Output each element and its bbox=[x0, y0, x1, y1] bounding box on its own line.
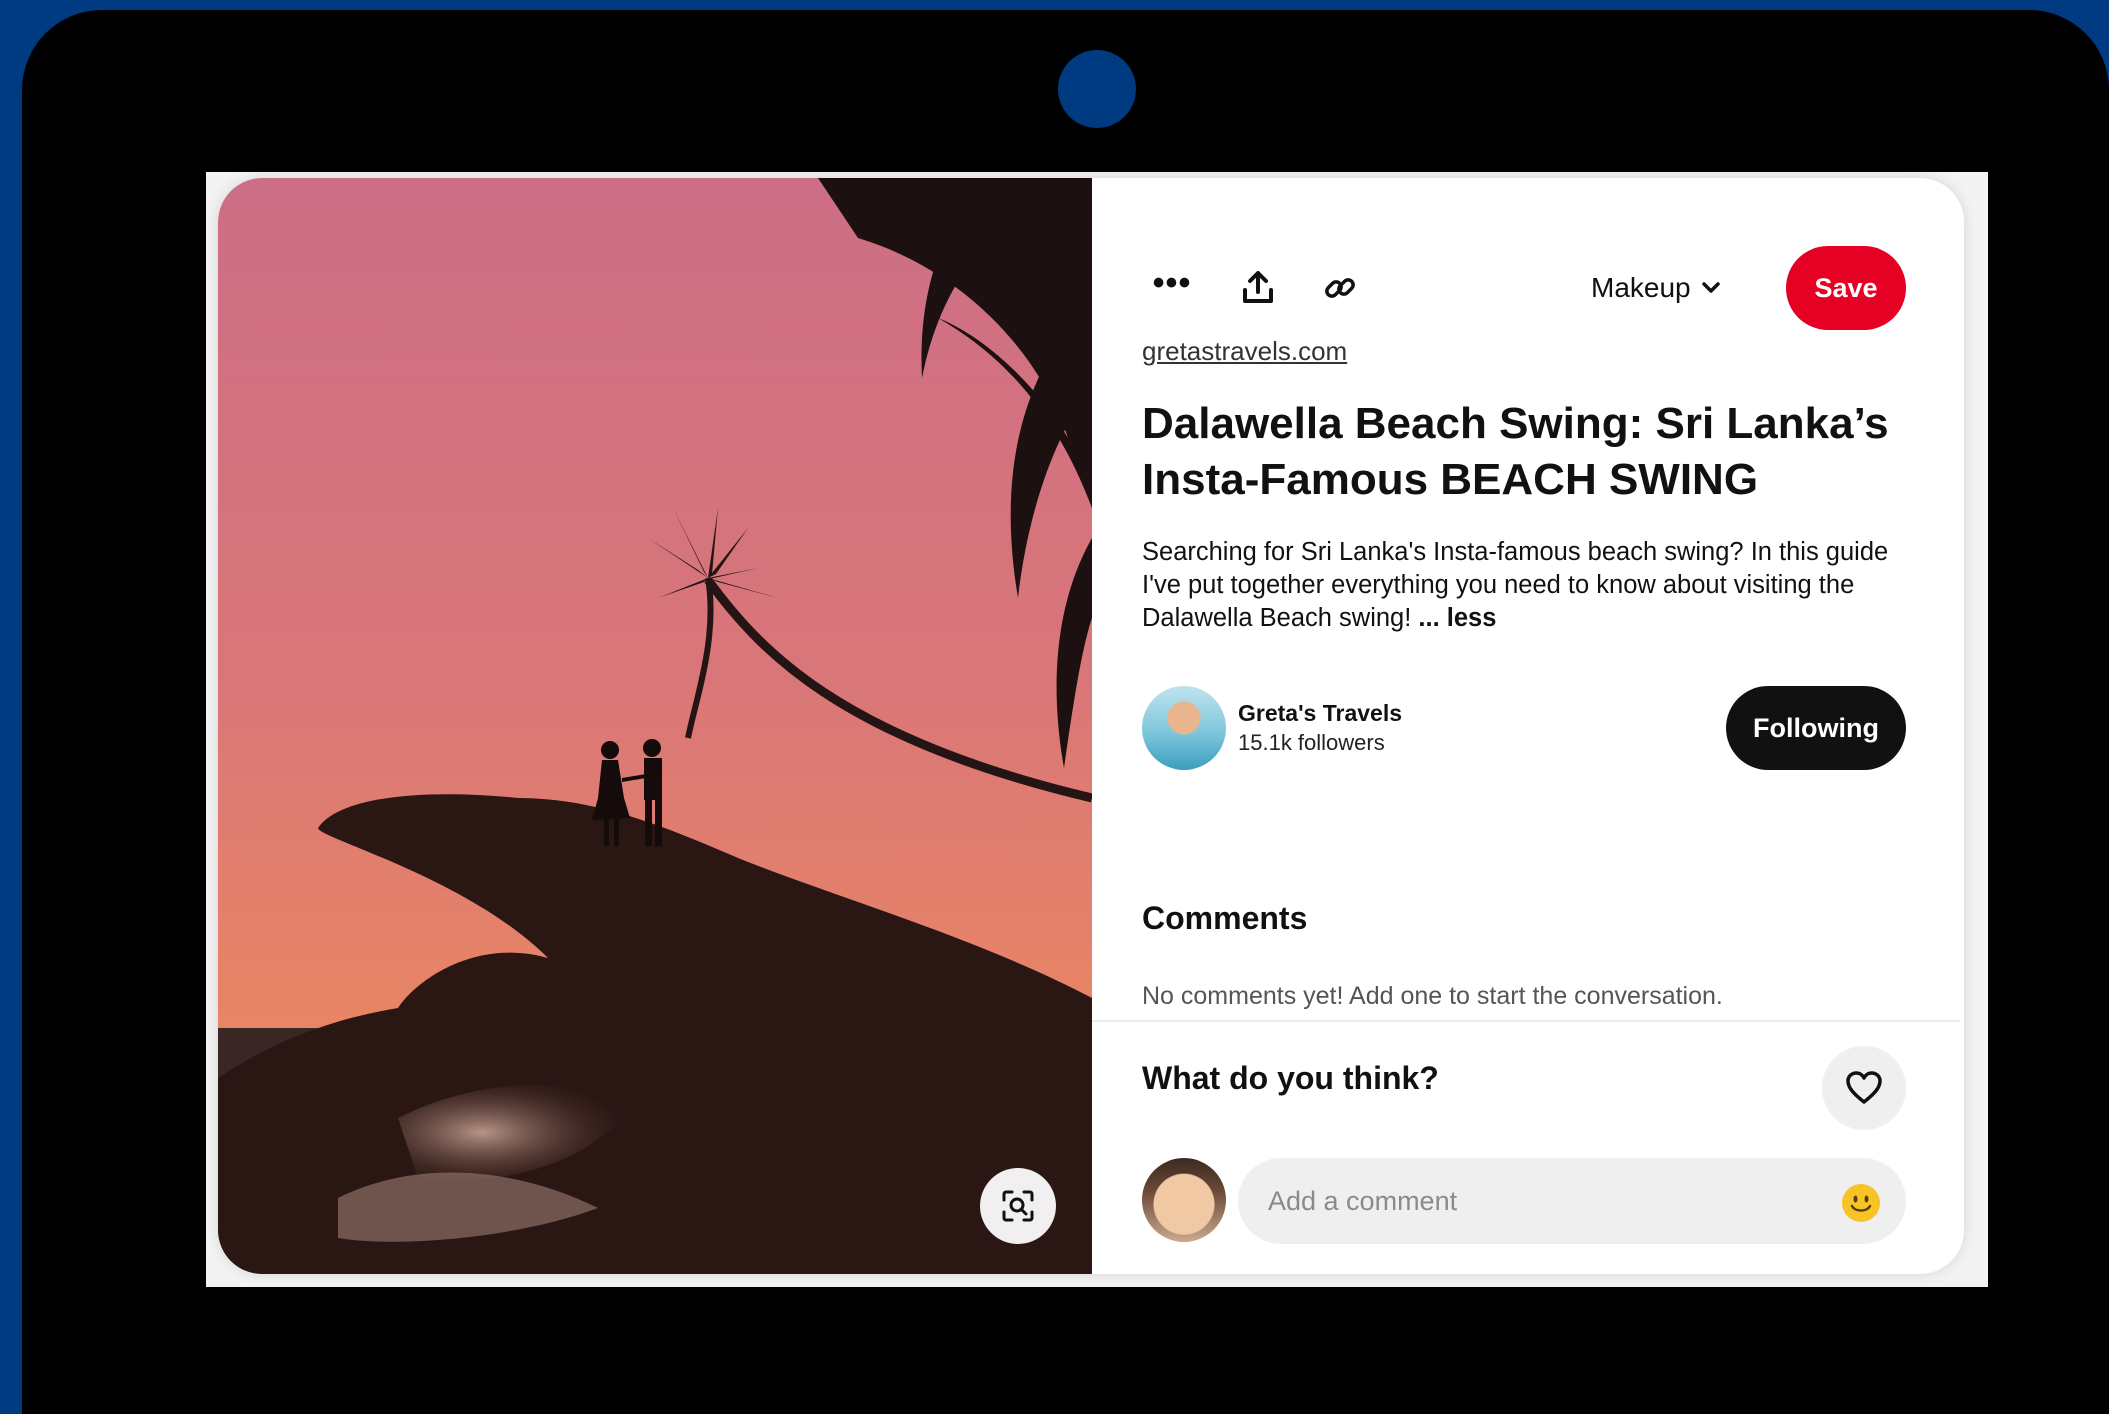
share-button[interactable] bbox=[1224, 254, 1292, 322]
smiley-emoji-icon bbox=[1843, 1185, 1879, 1221]
react-button[interactable] bbox=[1822, 1046, 1906, 1130]
tablet-frame: ••• Makeup Save gretastravels.com Dalawe… bbox=[22, 10, 2109, 1414]
pin-details-panel: ••• Makeup Save gretastravels.com Dalawe… bbox=[1092, 178, 1960, 1274]
comments-empty-text: No comments yet! Add one to start the co… bbox=[1142, 982, 1723, 1010]
comments-heading: Comments bbox=[1142, 900, 1308, 936]
following-button[interactable]: Following bbox=[1726, 686, 1906, 770]
pin-title: Dalawella Beach Swing: Sri Lanka’s Insta… bbox=[1142, 399, 1889, 504]
chevron-down-icon bbox=[1701, 282, 1720, 293]
link-icon bbox=[1325, 278, 1355, 298]
beach-sunset-photo bbox=[218, 178, 1092, 1274]
visual-search-icon bbox=[1002, 1190, 1034, 1222]
creator-row: Greta's Travels 15.1k followers Followin… bbox=[1142, 686, 1906, 772]
pin-closeup-card: ••• Makeup Save gretastravels.com Dalawe… bbox=[218, 178, 1964, 1274]
screen: ••• Makeup Save gretastravels.com Dalawe… bbox=[206, 172, 1988, 1287]
pin-description: Searching for Sri Lanka's Insta-famous b… bbox=[1142, 536, 1902, 635]
emoji-picker-button[interactable] bbox=[1842, 1184, 1880, 1222]
copy-link-button[interactable] bbox=[1306, 254, 1374, 322]
source-link[interactable]: gretastravels.com bbox=[1142, 336, 1347, 367]
more-options-button[interactable]: ••• bbox=[1138, 254, 1206, 322]
user-avatar[interactable] bbox=[1142, 1158, 1226, 1242]
pin-toolbar: ••• Makeup Save bbox=[1142, 246, 1906, 330]
less-toggle[interactable]: ... less bbox=[1418, 604, 1496, 632]
comment-input[interactable] bbox=[1238, 1158, 1906, 1244]
board-name: Makeup bbox=[1591, 272, 1691, 303]
heart-icon bbox=[1846, 1071, 1882, 1104]
front-camera bbox=[1058, 50, 1136, 128]
share-upload-icon bbox=[1243, 271, 1273, 303]
board-selector[interactable]: Makeup bbox=[1591, 268, 1721, 308]
visual-search-button[interactable] bbox=[980, 1168, 1056, 1244]
creator-name[interactable]: Greta's Travels bbox=[1238, 700, 1402, 727]
comment-prompt: What do you think? bbox=[1142, 1060, 1439, 1096]
save-button[interactable]: Save bbox=[1786, 246, 1906, 330]
divider bbox=[1092, 1020, 1960, 1022]
pin-description-text: Searching for Sri Lanka's Insta-famous b… bbox=[1142, 538, 1889, 632]
more-dots-icon: ••• bbox=[1152, 264, 1192, 302]
creator-avatar[interactable] bbox=[1142, 686, 1226, 770]
creator-followers: 15.1k followers bbox=[1238, 730, 1385, 755]
pin-image[interactable] bbox=[218, 178, 1092, 1274]
